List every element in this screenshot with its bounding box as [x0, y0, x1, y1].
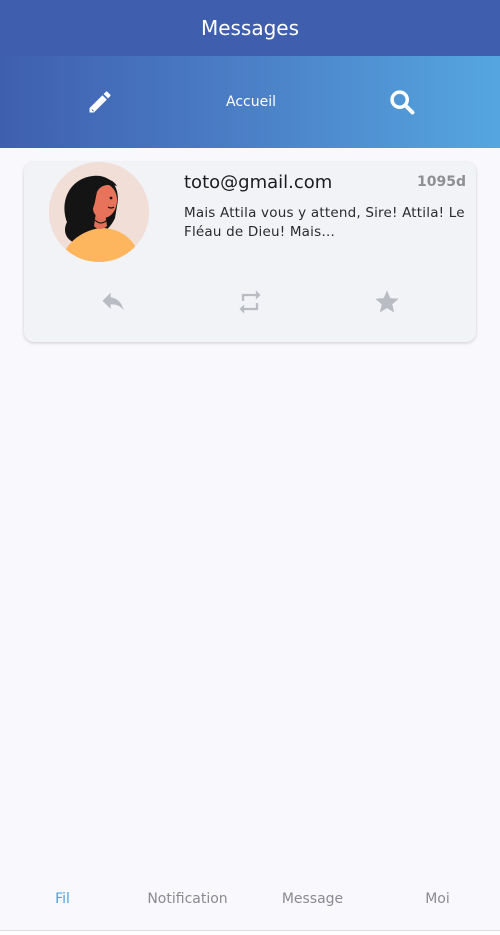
message-feed[interactable]: toto@gmail.com 1095d Mais Attila vous y … — [0, 148, 500, 868]
compose-button[interactable] — [84, 86, 116, 118]
avatar-illustration — [49, 162, 149, 262]
avatar[interactable] — [49, 162, 149, 262]
nav-item-moi[interactable]: Moi — [375, 891, 500, 907]
nav-item-notification[interactable]: Notification — [125, 891, 250, 907]
nav-item-message[interactable]: Message — [250, 891, 375, 907]
repost-icon — [239, 290, 261, 314]
page-title: Messages — [200, 16, 300, 40]
star-icon — [375, 290, 399, 313]
app-root: Messages Accueil toto@gmail.com 1095d Ma… — [0, 0, 500, 935]
search-icon — [390, 90, 415, 115]
home-tab[interactable]: Accueil — [226, 94, 276, 110]
reply-button[interactable] — [95, 284, 131, 320]
message-card[interactable]: toto@gmail.com 1095d Mais Attila vous y … — [24, 162, 476, 342]
post-text: Mais Attila vous y attend, Sire! Attila!… — [184, 205, 465, 240]
post-age: 1095d — [417, 174, 466, 190]
title-bar: Messages — [0, 0, 500, 56]
toolbar: Accueil — [0, 56, 500, 148]
post-actions — [24, 284, 476, 320]
post-author[interactable]: toto@gmail.com — [184, 172, 332, 193]
pencil-icon — [89, 91, 111, 113]
nav-item-fil[interactable]: Fil — [0, 891, 125, 907]
bottom-edge — [0, 930, 500, 935]
reply-icon — [102, 292, 124, 311]
repost-button[interactable] — [232, 284, 268, 320]
bottom-navigation: Fil Notification Message Moi — [0, 868, 500, 930]
search-button[interactable] — [386, 86, 418, 118]
favorite-button[interactable] — [369, 284, 405, 320]
